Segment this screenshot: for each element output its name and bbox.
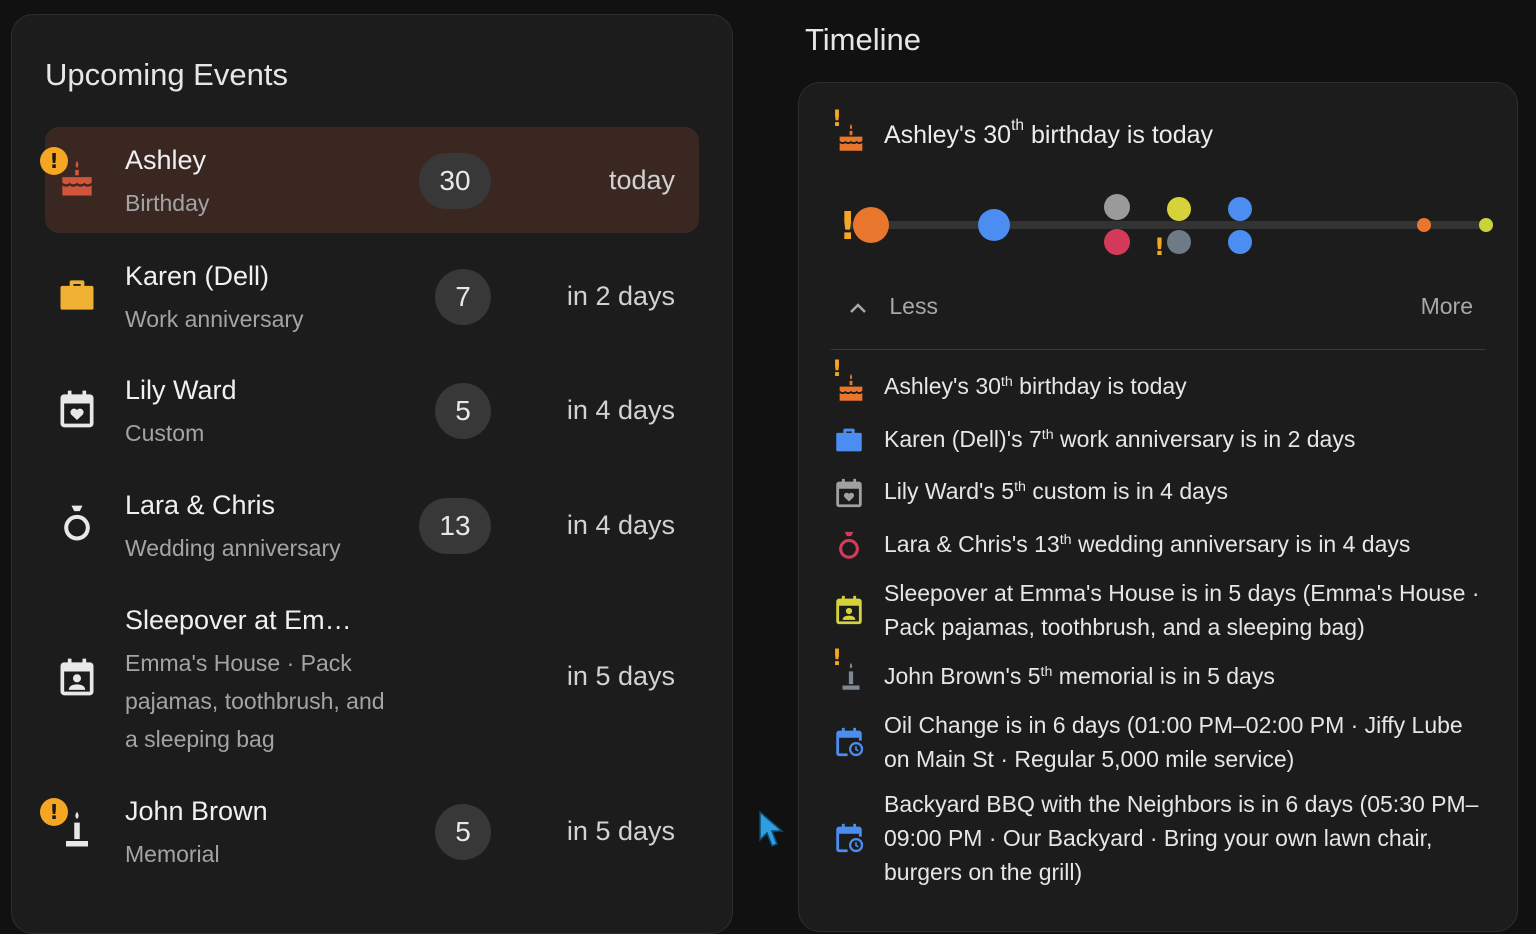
timeline-item[interactable]: Backyard BBQ with the Neighbors is in 6 …: [884, 787, 1494, 889]
event-when: in 5 days: [566, 816, 675, 846]
timeline-item[interactable]: Ashley's 30th birthday is today: [884, 369, 1494, 403]
timeline-dot-5-days-b[interactable]: [1167, 230, 1191, 254]
timeline-dot-far-b[interactable]: [1479, 218, 1493, 232]
timeline-dot-2-days[interactable]: [978, 209, 1010, 241]
alert-badge: !: [40, 798, 68, 826]
event-type: Birthday: [125, 190, 210, 216]
birthday-cake-icon: [834, 371, 868, 405]
event-details: Emma's House · Pack pajamas, toothbrush,…: [125, 650, 385, 752]
event-type: Wedding anniversary: [125, 535, 341, 561]
event-when: in 2 days: [566, 281, 675, 311]
ring-icon: [832, 529, 866, 563]
birthday-cake-icon: [834, 121, 868, 155]
timeline-item[interactable]: Karen (Dell)'s 7th work anniversary is i…: [884, 422, 1494, 456]
timeline-dot-4-days-b[interactable]: [1104, 229, 1130, 255]
timeline-dot-far-a[interactable]: [1417, 218, 1431, 232]
event-name: Karen (Dell): [125, 261, 270, 291]
event-name: John Brown: [125, 796, 268, 826]
timeline-card: ! Ashley's 30th birthday is today ! ! Le…: [798, 82, 1518, 932]
event-when: in 4 days: [566, 395, 675, 425]
event-name: Ashley: [125, 145, 207, 175]
timeline-headline: Ashley's 30th birthday is today: [884, 117, 1214, 149]
less-label: Less: [889, 293, 938, 319]
briefcase-icon: [832, 423, 866, 457]
event-row-ashley[interactable]: ! Ashley Birthday 30 today: [40, 127, 699, 233]
more-button[interactable]: More: [1421, 293, 1473, 320]
alert-mark: !: [1154, 233, 1165, 261]
event-count-badge: 5: [435, 383, 491, 439]
event-row-lily[interactable]: Lily Ward Custom 5 in 4 days: [45, 357, 699, 463]
timeline-dot-5-days-a[interactable]: [1167, 197, 1191, 221]
calendar-heart-icon: [55, 387, 99, 431]
alert-badge: !: [40, 147, 68, 175]
timeline-dot-6-days-a[interactable]: [1228, 197, 1252, 221]
timeline-item[interactable]: Lily Ward's 5th custom is in 4 days: [884, 474, 1494, 508]
upcoming-events-card: Upcoming Events ! Ashley Birthday 30 tod…: [11, 14, 733, 934]
event-count-badge: 30: [419, 153, 491, 209]
timeline-divider: [831, 349, 1485, 350]
event-name: Sleepover at Em…: [125, 605, 352, 635]
event-name: Lily Ward: [125, 375, 237, 405]
event-type: Custom: [125, 420, 205, 446]
event-row-john-brown[interactable]: ! John Brown Memorial 5 in 5 days: [40, 778, 699, 884]
timeline-item[interactable]: Lara & Chris's 13th wedding anniversary …: [884, 527, 1494, 561]
less-button[interactable]: Less: [849, 293, 938, 320]
calendar-account-icon: [55, 655, 99, 699]
event-row-lara-chris[interactable]: Lara & Chris Wedding anniversary 13 in 4…: [45, 472, 699, 578]
timeline-item[interactable]: Oil Change is in 6 days (01:00 PM–02:00 …: [884, 708, 1494, 776]
timeline-dot-4-days-a[interactable]: [1104, 194, 1130, 220]
candle-icon: [834, 660, 868, 694]
timeline-item[interactable]: John Brown's 5th memorial is in 5 days: [884, 659, 1494, 693]
timeline-item[interactable]: Sleepover at Emma's House is in 5 days (…: [884, 576, 1494, 644]
timeline-dot-6-days-b[interactable]: [1228, 230, 1252, 254]
upcoming-events-title: Upcoming Events: [45, 57, 288, 92]
calendar-clock-icon: [832, 821, 866, 855]
event-row-karen[interactable]: Karen (Dell) Work anniversary 7 in 2 day…: [45, 243, 699, 349]
event-name: Lara & Chris: [125, 490, 276, 520]
timeline-title: Timeline: [805, 22, 921, 57]
event-when: in 4 days: [566, 510, 675, 540]
calendar-account-icon: [832, 593, 866, 627]
timeline-strip: ! !: [839, 194, 1493, 261]
calendar-clock-icon: [832, 725, 866, 759]
event-type: Work anniversary: [125, 306, 304, 332]
event-count-badge: 7: [435, 269, 491, 325]
event-when: today: [608, 165, 675, 195]
timeline-dot-today[interactable]: [853, 207, 889, 243]
chevron-up-icon: [849, 293, 873, 320]
calendar-heart-icon: [832, 476, 866, 510]
event-row-sleepover[interactable]: Sleepover at Em… Emma's House · Pack paj…: [45, 587, 699, 767]
briefcase-icon: [55, 273, 99, 317]
event-when: in 5 days: [566, 661, 675, 691]
event-count-badge: 13: [419, 498, 491, 554]
event-type: Memorial: [125, 841, 220, 867]
ring-icon: [55, 502, 99, 546]
mouse-cursor-icon: [759, 810, 785, 847]
event-count-badge: 5: [435, 804, 491, 860]
